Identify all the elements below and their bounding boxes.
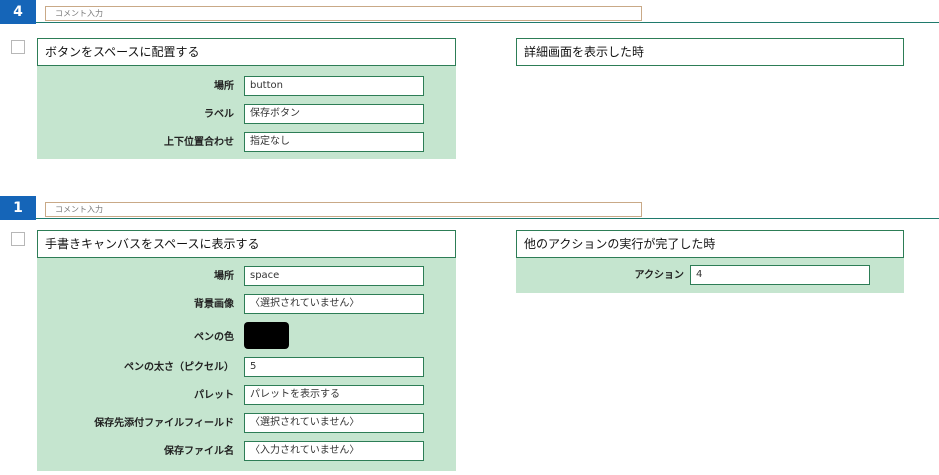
pen-color-swatch[interactable] [244,322,289,349]
file-name-field[interactable]: 〈入力されていません〉 [244,441,424,461]
action-title[interactable]: ボタンをスペースに配置する [37,38,456,66]
comment-input[interactable]: コメント入力 [45,202,642,217]
action-title[interactable]: 手書きキャンバスをスペースに表示する [37,230,456,258]
trigger-title[interactable]: 詳細画面を表示した時 [516,38,904,66]
setting-label: 上下位置合わせ [164,137,234,148]
setting-row-location: 場所 space [37,266,456,288]
setting-row-background-image: 背景画像 〈選択されていません〉 [37,294,456,316]
setting-label: ラベル [204,109,234,120]
setting-row-location: 場所 button [37,76,456,98]
setting-row-pen-color: ペンの色 [37,322,456,349]
setting-row-file-name: 保存ファイル名 〈入力されていません〉 [37,441,456,463]
background-image-field[interactable]: 〈選択されていません〉 [244,294,424,314]
palette-field[interactable]: パレットを表示する [244,385,424,405]
setting-row-pen-width: ペンの太さ（ピクセル） 5 [37,357,456,379]
action-card: 手書きキャンバスをスペースに表示する 場所 space 背景画像 〈選択されてい… [37,230,456,471]
setting-row-attachment-field: 保存先添付ファイルフィールド 〈選択されていません〉 [37,413,456,435]
setting-row-palette: パレット パレットを表示する [37,385,456,407]
trigger-card: 詳細画面を表示した時 [516,38,904,66]
trigger-card: 他のアクションの実行が完了した時 アクション 4 [516,230,904,293]
setting-label: 場所 [214,271,234,282]
setting-label: ペンの色 [194,332,234,343]
setting-label: パレット [194,390,234,401]
setting-label: ペンの太さ（ピクセル） [124,362,234,373]
action-card: ボタンをスペースに配置する 場所 button ラベル 保存ボタン 上下位置合わ… [37,38,456,159]
setting-label: 場所 [214,81,234,92]
rule-select-checkbox[interactable] [11,40,25,54]
location-field[interactable]: button [244,76,424,96]
setting-label: 保存ファイル名 [164,446,234,457]
attachment-field-select[interactable]: 〈選択されていません〉 [244,413,424,433]
vertical-align-field[interactable]: 指定なし [244,132,424,152]
label-field[interactable]: 保存ボタン [244,104,424,124]
rule-number-badge: 1 [0,196,36,220]
setting-label: 背景画像 [194,299,234,310]
rule-divider [36,22,939,23]
pen-width-field[interactable]: 5 [244,357,424,377]
action-field[interactable]: 4 [690,265,870,285]
setting-row-action: アクション 4 [516,265,904,287]
rule-select-checkbox[interactable] [11,232,25,246]
setting-label: 保存先添付ファイルフィールド [94,418,234,429]
setting-row-vertical-align: 上下位置合わせ 指定なし [37,132,456,154]
comment-input[interactable]: コメント入力 [45,6,642,21]
location-field[interactable]: space [244,266,424,286]
setting-row-label: ラベル 保存ボタン [37,104,456,126]
rule-number-badge: 4 [0,0,36,24]
setting-label: アクション [634,270,685,281]
rule-divider [36,218,939,219]
trigger-title[interactable]: 他のアクションの実行が完了した時 [516,230,904,258]
